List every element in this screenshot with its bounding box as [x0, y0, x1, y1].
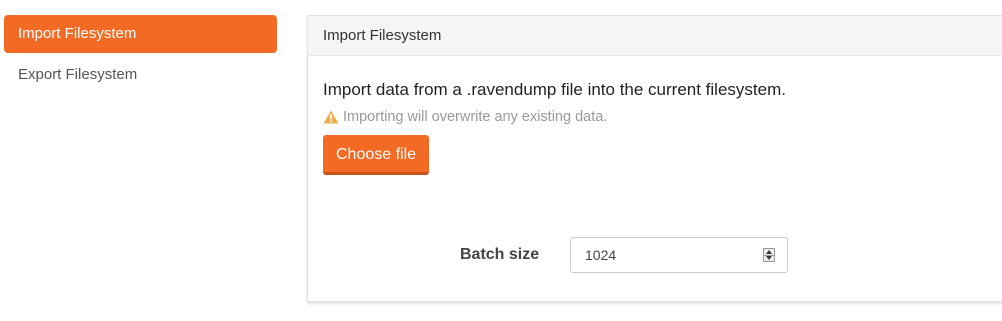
warning-text: Importing will overwrite any existing da…: [343, 109, 608, 125]
warning-message: Importing will overwrite any existing da…: [323, 109, 992, 125]
batch-size-input[interactable]: 1024: [570, 237, 788, 273]
sidebar-item-label: Import Filesystem: [18, 25, 137, 42]
spinner-up-icon[interactable]: [766, 250, 772, 254]
sidebar-item-export-filesystem[interactable]: Export Filesystem: [4, 56, 277, 94]
batch-size-value: 1024: [585, 247, 617, 263]
batch-size-label: Batch size: [460, 246, 540, 263]
panel-body: Import data from a .ravendump file into …: [308, 80, 1002, 175]
choose-file-button[interactable]: Choose file: [323, 135, 430, 175]
sidebar: Import Filesystem Export Filesystem: [4, 15, 277, 94]
batch-size-row: Batch size 1024: [308, 237, 1002, 273]
panel-title: Import Filesystem: [308, 16, 1002, 56]
sidebar-item-import-filesystem[interactable]: Import Filesystem: [4, 15, 277, 53]
import-description: Import data from a .ravendump file into …: [323, 80, 786, 99]
sidebar-item-label: Export Filesystem: [18, 66, 138, 83]
import-panel: Import Filesystem Import data from a .ra…: [307, 15, 1002, 302]
spinner-down-icon[interactable]: [766, 256, 772, 260]
warning-triangle-icon: [323, 110, 339, 124]
batch-size-spinner[interactable]: [763, 248, 775, 262]
